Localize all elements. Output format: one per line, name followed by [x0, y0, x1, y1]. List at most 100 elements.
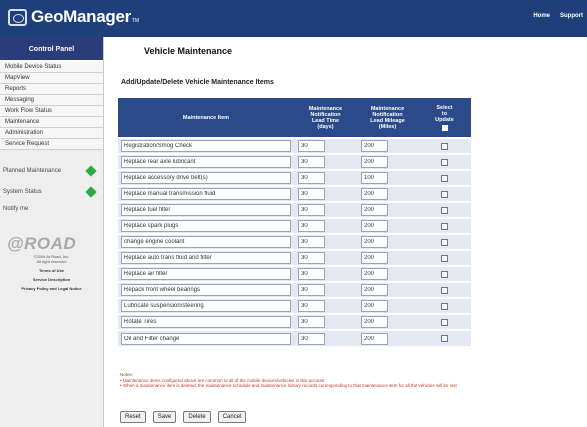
sidebar-item-maintenance[interactable]: Maintenance	[0, 117, 103, 128]
item-cell	[118, 297, 294, 314]
lead-days-input[interactable]	[298, 204, 325, 216]
select-checkbox[interactable]	[441, 238, 448, 246]
lead-days-input[interactable]	[298, 140, 325, 152]
lead-days-input[interactable]	[298, 252, 325, 264]
select-checkbox[interactable]	[441, 206, 448, 214]
days-cell	[294, 313, 357, 330]
geomanager-logo[interactable]: GeoManager TM	[8, 7, 139, 27]
lead-miles-input[interactable]	[361, 316, 388, 328]
maintenance-item-input[interactable]	[121, 188, 291, 200]
item-cell	[118, 233, 294, 250]
days-cell	[294, 137, 357, 154]
notify-me-link[interactable]: Notify me	[0, 206, 103, 212]
maintenance-item-input[interactable]	[121, 284, 291, 296]
lead-days-input[interactable]	[298, 156, 325, 168]
reset-button[interactable]: Reset	[120, 411, 146, 423]
select-cell	[418, 169, 471, 186]
lead-days-input[interactable]	[298, 300, 325, 312]
rights-text: All right reserved	[36, 259, 67, 264]
sidebar: Control Panel Mobile Device Status MapVi…	[0, 37, 104, 427]
maintenance-item-input[interactable]	[121, 220, 291, 232]
lead-miles-input[interactable]	[361, 204, 388, 216]
table-body	[118, 137, 471, 346]
select-checkbox[interactable]	[441, 270, 448, 278]
home-link[interactable]: Home	[533, 13, 550, 19]
days-cell	[294, 249, 357, 266]
select-checkbox[interactable]	[441, 222, 448, 230]
item-cell	[118, 265, 294, 282]
lead-miles-input[interactable]	[361, 236, 388, 248]
days-cell	[294, 297, 357, 314]
select-cell	[418, 217, 471, 234]
sidebar-item-mapview[interactable]: MapView	[0, 73, 103, 84]
privacy-policy-link[interactable]: Privacy Policy and Legal Notice	[0, 286, 103, 291]
lead-days-input[interactable]	[298, 188, 325, 200]
item-cell	[118, 137, 294, 154]
lead-miles-input[interactable]	[361, 172, 388, 184]
select-checkbox[interactable]	[441, 142, 448, 150]
cancel-button[interactable]: Cancel	[217, 411, 247, 423]
lead-miles-input[interactable]	[361, 300, 388, 312]
sidebar-item-messaging[interactable]: Messaging	[0, 95, 103, 106]
sidebar-item-reports[interactable]: Reports	[0, 84, 103, 95]
lead-miles-input[interactable]	[361, 140, 388, 152]
select-checkbox[interactable]	[441, 335, 448, 342]
maintenance-item-input[interactable]	[121, 316, 291, 328]
table-row	[118, 281, 471, 298]
select-all-checkbox[interactable]	[441, 124, 448, 131]
maintenance-item-input[interactable]	[121, 204, 291, 216]
terms-of-use-link[interactable]: Terms of Use	[0, 268, 103, 273]
maintenance-item-input[interactable]	[121, 236, 291, 248]
select-checkbox[interactable]	[441, 302, 448, 310]
select-checkbox[interactable]	[441, 254, 448, 262]
lead-miles-input[interactable]	[361, 284, 388, 296]
save-button[interactable]: Save	[152, 411, 177, 423]
sidebar-item-mobile-device-status[interactable]: Mobile Device Status	[0, 62, 103, 73]
trademark: TM	[131, 17, 140, 24]
lead-days-input[interactable]	[298, 316, 325, 328]
lead-miles-input[interactable]	[361, 268, 388, 280]
select-checkbox[interactable]	[441, 190, 448, 198]
select-checkbox[interactable]	[441, 318, 448, 326]
service-description-link[interactable]: Service Description	[0, 277, 103, 282]
days-cell	[294, 169, 357, 186]
support-link[interactable]: Support	[560, 13, 583, 19]
app-name: GeoManager	[31, 7, 131, 26]
sidebar-item-service-request[interactable]: Service Request	[0, 139, 103, 150]
maintenance-item-input[interactable]	[121, 268, 291, 280]
item-cell	[118, 249, 294, 266]
lead-days-input[interactable]	[298, 172, 325, 184]
lead-miles-input[interactable]	[361, 220, 388, 232]
maintenance-item-input[interactable]	[121, 332, 291, 345]
maintenance-item-input[interactable]	[121, 172, 291, 184]
maintenance-item-input[interactable]	[121, 140, 291, 152]
green-diamond-icon	[85, 165, 97, 177]
select-checkbox[interactable]	[441, 286, 448, 294]
lead-miles-input[interactable]	[361, 252, 388, 264]
select-checkbox[interactable]	[441, 174, 448, 182]
maintenance-item-input[interactable]	[121, 156, 291, 168]
notes: Notes: • Maintenance items configured ab…	[120, 372, 520, 389]
table-row	[118, 297, 471, 314]
maintenance-item-input[interactable]	[121, 300, 291, 312]
maintenance-item-input[interactable]	[121, 252, 291, 264]
lead-miles-input[interactable]	[361, 332, 388, 345]
lead-days-input[interactable]	[298, 268, 325, 280]
lead-miles-input[interactable]	[361, 156, 388, 168]
sidebar-item-work-flow-status[interactable]: Work Flow Status	[0, 106, 103, 117]
column-header-lead-miles: Maintenance Notification Lead Mileage (M…	[357, 98, 418, 138]
delete-button[interactable]: Delete	[183, 411, 211, 423]
table-row	[118, 169, 471, 186]
sidebar-item-administration[interactable]: Administration	[0, 128, 103, 139]
lead-days-input[interactable]	[298, 236, 325, 248]
status-row-planned-maintenance[interactable]: Planned Maintenance	[0, 164, 103, 178]
status-row-system-status[interactable]: System Status	[0, 185, 103, 199]
lead-days-input[interactable]	[298, 284, 325, 296]
lead-miles-input[interactable]	[361, 188, 388, 200]
lead-days-input[interactable]	[298, 332, 325, 345]
item-cell	[118, 329, 294, 346]
miles-cell	[357, 329, 418, 346]
column-header-select: Select to Update	[418, 98, 471, 138]
lead-days-input[interactable]	[298, 220, 325, 232]
select-checkbox[interactable]	[441, 158, 448, 166]
